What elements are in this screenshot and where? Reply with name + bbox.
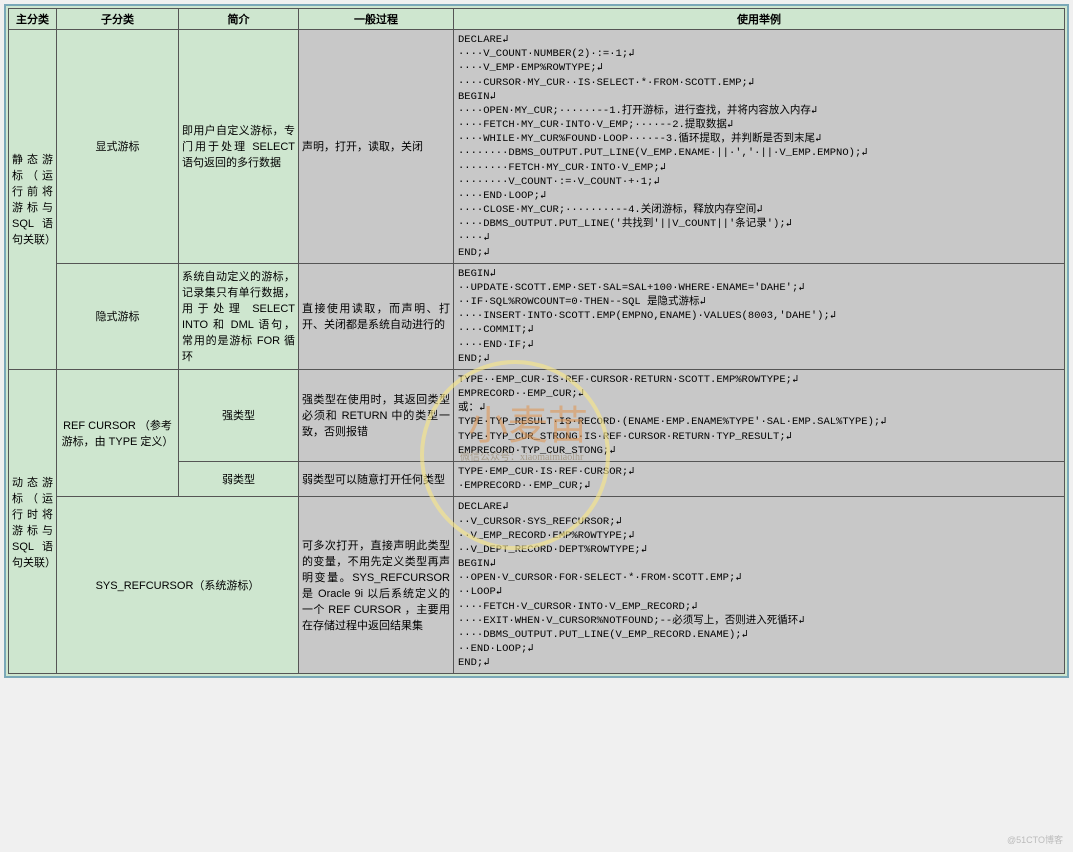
table-row: 动态游标（运行时将游标与 SQL 语句关联） REF CURSOR （参考游标，…	[9, 369, 1065, 461]
main-dynamic-cursor: 动态游标（运行时将游标与 SQL 语句关联）	[9, 369, 57, 673]
code-implicit: BEGIN↲ ··UPDATE·SCOTT.EMP·SET·SAL=SAL+10…	[454, 263, 1065, 369]
table-container: 主分类 子分类 简介 一般过程 使用举例 静态游标（运行前将游标与 SQL 语句…	[4, 4, 1069, 678]
sub-sysref: SYS_REFCURSOR（系统游标）	[57, 497, 299, 674]
proc-explicit: 声明，打开，读取，关闭	[299, 30, 454, 264]
sub-explicit: 显式游标	[57, 30, 179, 264]
header-row: 主分类 子分类 简介 一般过程 使用举例	[9, 9, 1065, 30]
header-intro: 简介	[179, 9, 299, 30]
code-strong: TYPE··EMP_CUR·IS·REF·CURSOR·RETURN·SCOTT…	[454, 369, 1065, 461]
intro-explicit: 即用户自定义游标，专门用于处理 SELECT 语句返回的多行数据	[179, 30, 299, 264]
header-proc: 一般过程	[299, 9, 454, 30]
intro-strong: 强类型	[179, 369, 299, 461]
proc-weak: 弱类型可以随意打开任何类型	[299, 461, 454, 496]
cursor-classification-table: 主分类 子分类 简介 一般过程 使用举例 静态游标（运行前将游标与 SQL 语句…	[8, 8, 1065, 674]
intro-implicit: 系统自动定义的游标，记录集只有单行数据，用于处理 SELECT INTO 和 D…	[179, 263, 299, 369]
header-example: 使用举例	[454, 9, 1065, 30]
sub-ref-cursor: REF CURSOR （参考游标，由 TYPE 定义）	[57, 369, 179, 496]
sub-implicit: 隐式游标	[57, 263, 179, 369]
corner-watermark: @51CTO博客	[1007, 833, 1063, 846]
proc-strong: 强类型在使用时，其返回类型必须和 RETURN 中的类型一致，否则报错	[299, 369, 454, 461]
main-static-cursor: 静态游标（运行前将游标与 SQL 语句关联）	[9, 30, 57, 370]
table-row: SYS_REFCURSOR（系统游标） 可多次打开，直接声明此类型的变量，不用先…	[9, 497, 1065, 674]
proc-implicit: 直接使用读取，而声明、打开、关闭都是系统自动进行的	[299, 263, 454, 369]
intro-weak: 弱类型	[179, 461, 299, 496]
table-row: 隐式游标 系统自动定义的游标，记录集只有单行数据，用于处理 SELECT INT…	[9, 263, 1065, 369]
code-weak: TYPE·EMP_CUR·IS·REF·CURSOR;↲ ·EMPRECORD·…	[454, 461, 1065, 496]
code-sysref: DECLARE↲ ··V_CURSOR·SYS_REFCURSOR;↲ ··V_…	[454, 497, 1065, 674]
proc-sysref: 可多次打开，直接声明此类型的变量，不用先定义类型再声明变量。SYS_REFCUR…	[299, 497, 454, 674]
table-row: 静态游标（运行前将游标与 SQL 语句关联） 显式游标 即用户自定义游标，专门用…	[9, 30, 1065, 264]
header-main: 主分类	[9, 9, 57, 30]
header-sub: 子分类	[57, 9, 179, 30]
code-explicit: DECLARE↲ ····V_COUNT·NUMBER(2)·:=·1;↲ ··…	[454, 30, 1065, 264]
